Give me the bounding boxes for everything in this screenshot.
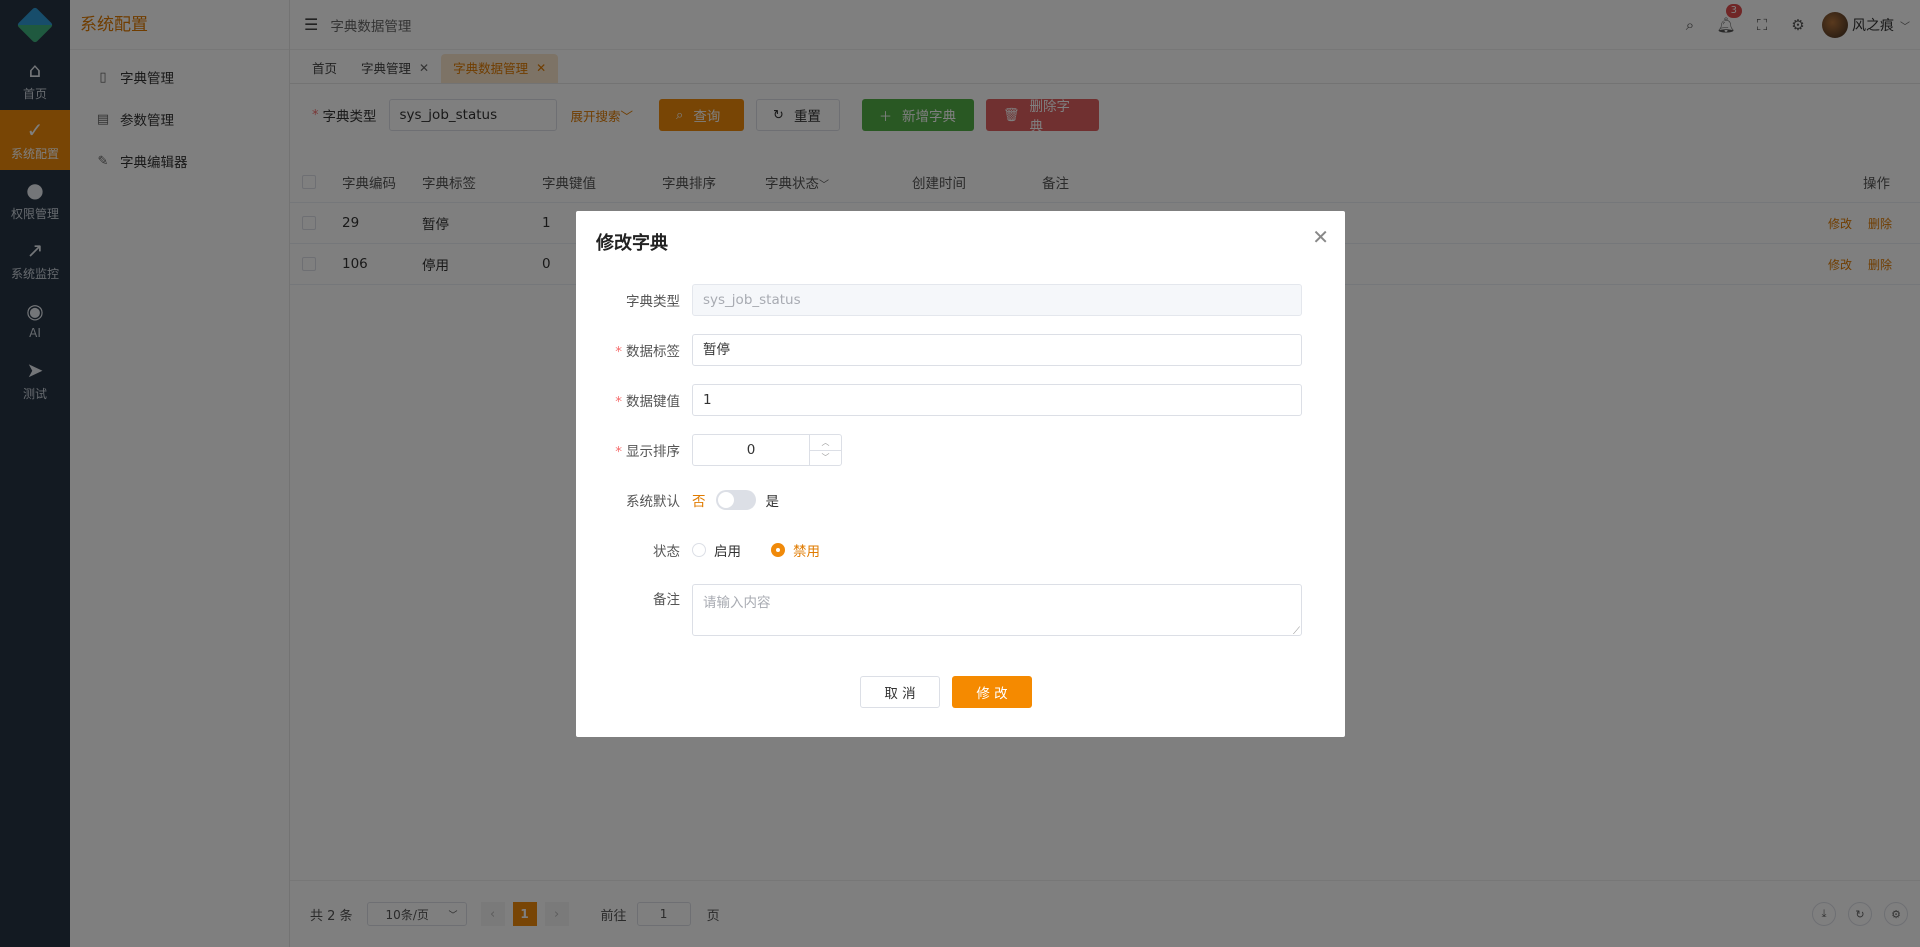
close-icon[interactable]: ✕	[1312, 227, 1329, 247]
dict-type-field: sys_job_status	[692, 284, 1302, 316]
remark-label: 备注	[653, 592, 680, 608]
status-label: 状态	[653, 544, 680, 560]
data-tag-label: * 数据标签	[576, 340, 692, 360]
sort-order-label: * 显示排序	[576, 440, 692, 460]
increment-icon[interactable]: ︿	[810, 435, 841, 451]
required-mark: *	[615, 444, 622, 460]
system-default-switch[interactable]	[715, 490, 756, 510]
data-tag-label-text: 数据标签	[626, 344, 680, 360]
data-key-input[interactable]: 1	[692, 384, 1302, 416]
edit-dict-dialog: 修改字典 ✕ 字典类型 sys_job_status * 数据标签 暂停 * 数据键…	[576, 211, 1345, 737]
remark-textarea[interactable]: 请输入内容	[692, 584, 1302, 637]
data-key-label: * 数据键值	[576, 390, 692, 410]
status-disable-radio[interactable]: 禁用	[771, 540, 820, 560]
confirm-edit-button[interactable]: 修 改	[952, 676, 1032, 708]
dict-type-label: 字典类型	[626, 294, 680, 310]
sort-order-label-text: 显示排序	[626, 444, 680, 460]
field-sort-order: * 显示排序 0 ︿ ﹀	[576, 434, 1345, 466]
dialog-title: 修改字典	[596, 233, 668, 254]
radio-dot	[771, 543, 785, 557]
radio-label: 启用	[714, 544, 741, 560]
field-remark: 备注 请输入内容	[576, 584, 1345, 637]
system-default-label: 系统默认	[626, 494, 680, 510]
field-dict-type: 字典类型 sys_job_status	[576, 284, 1345, 316]
field-status: 状态 启用 禁用	[576, 534, 1345, 566]
sort-order-stepper[interactable]: 0 ︿ ﹀	[692, 434, 842, 466]
radio-label: 禁用	[793, 544, 820, 560]
field-data-tag: * 数据标签 暂停	[576, 334, 1345, 366]
radio-dot	[692, 543, 706, 557]
switch-knob	[717, 492, 734, 508]
switch-on-label[interactable]: 是	[766, 490, 780, 510]
sort-order-value[interactable]: 0	[693, 435, 809, 465]
cancel-button[interactable]: 取 消	[860, 676, 940, 708]
data-key-label-text: 数据键值	[626, 394, 680, 410]
required-mark: *	[615, 344, 622, 360]
status-enable-radio[interactable]: 启用	[692, 540, 741, 560]
switch-off-label[interactable]: 否	[692, 490, 706, 510]
required-mark: *	[615, 394, 622, 410]
decrement-icon[interactable]: ﹀	[810, 451, 841, 466]
data-tag-input[interactable]: 暂停	[692, 334, 1302, 366]
field-data-key: * 数据键值 1	[576, 384, 1345, 416]
field-system-default: 系统默认 否 是	[576, 484, 1345, 516]
